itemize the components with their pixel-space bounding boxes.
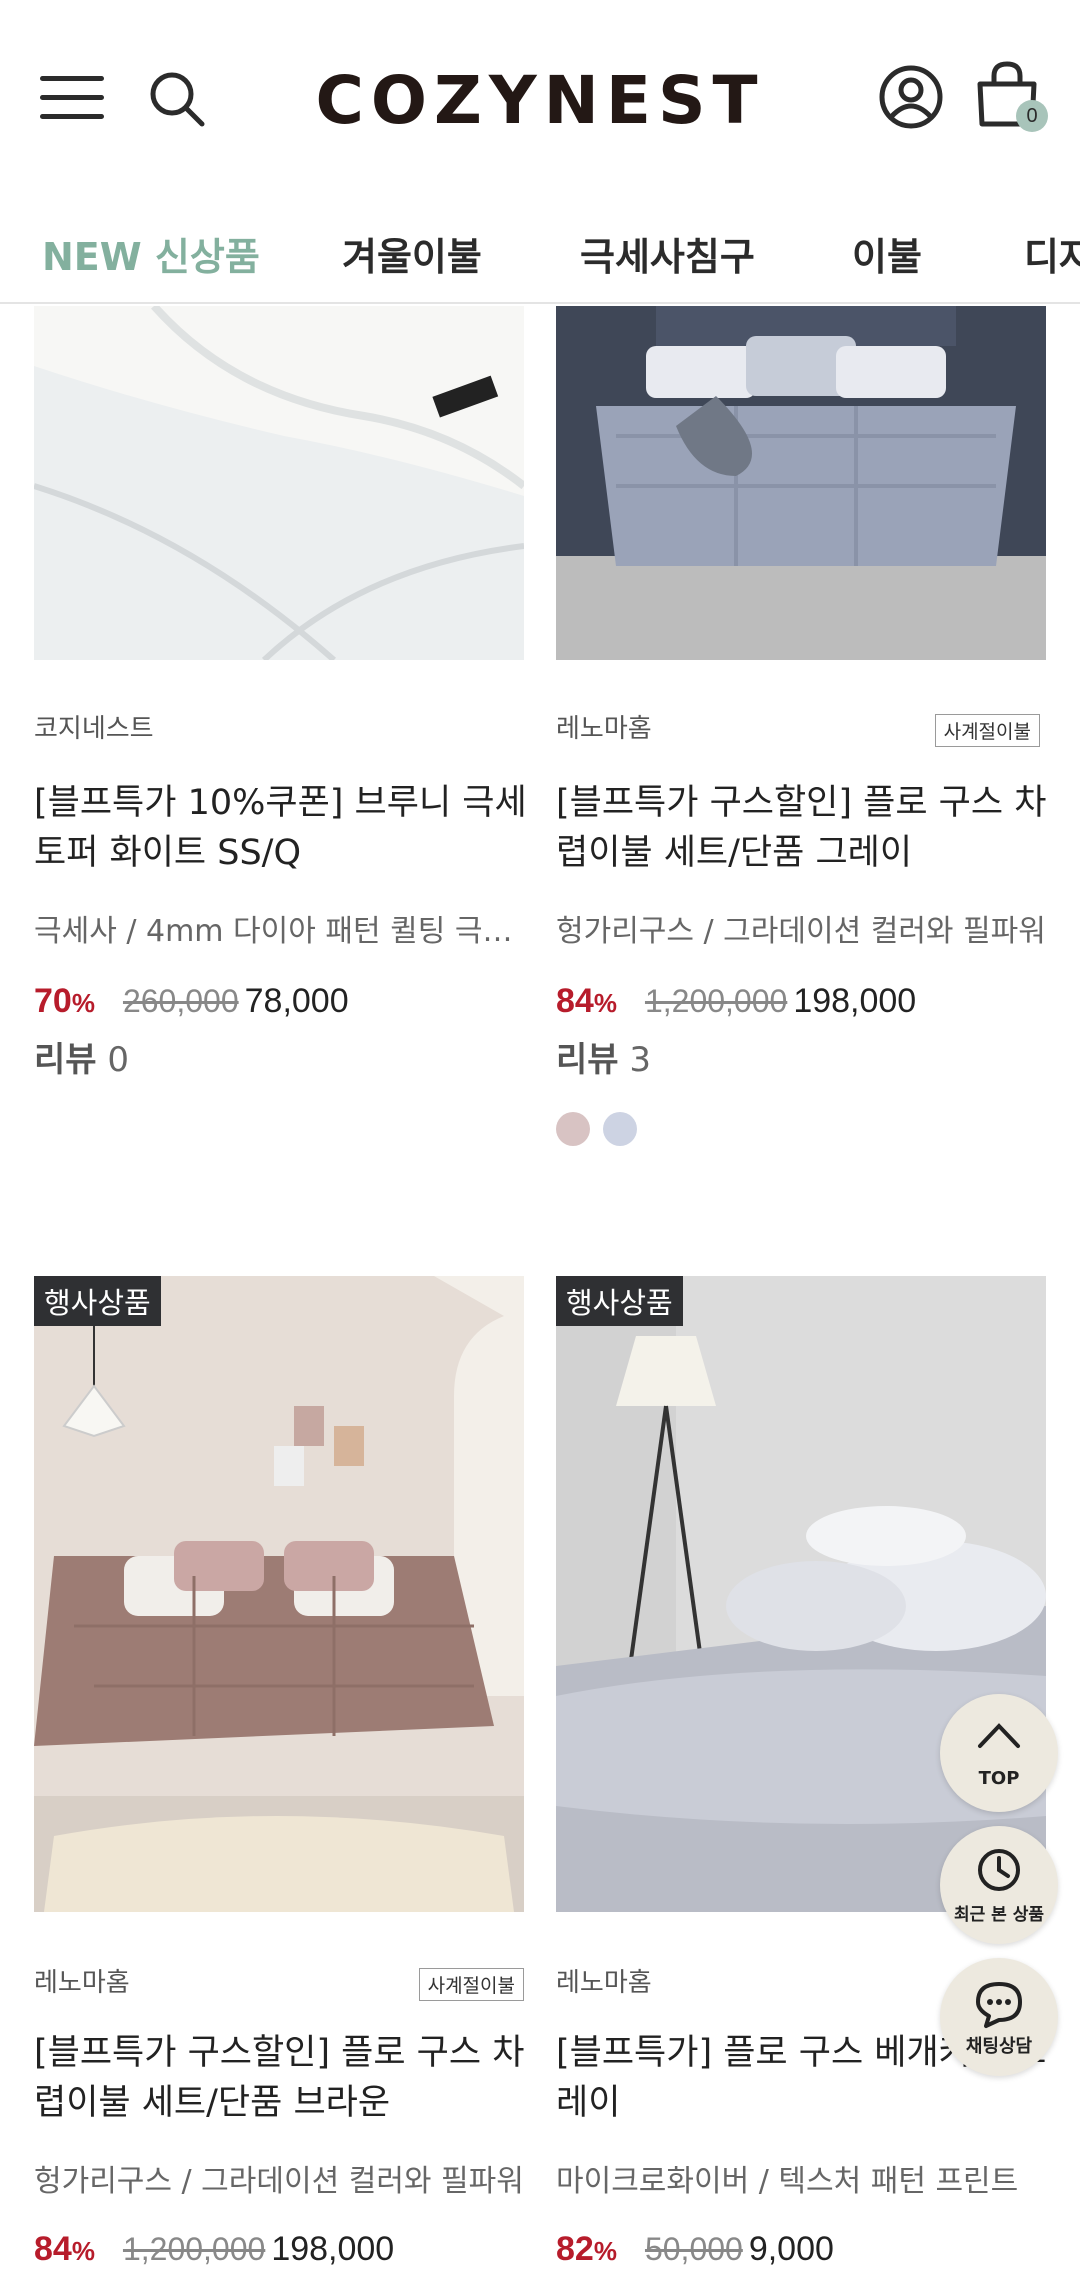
product-name[interactable]: [블프특가 구스할인] 플로 구스 차렵이불 세트/단품 브라운 <box>34 2028 534 2128</box>
clock-icon <box>978 1849 1020 1891</box>
price-row: 84% 1,200,000 198,000 <box>34 2230 394 2269</box>
original-price: 50,000 <box>644 2231 743 2267</box>
sale-price: 9,000 <box>748 2230 834 2268</box>
tab-duvet[interactable]: 이불 <box>852 226 922 281</box>
product-brand: 레노마홈 <box>556 1968 652 1998</box>
search-icon[interactable] <box>148 70 206 128</box>
product-description: 극세사 / 4mm 다이아 패턴 퀼팅 극세사 토퍼 <box>34 914 534 949</box>
event-badge: 행사상품 <box>34 1276 161 1326</box>
discount-rate: 84% <box>556 982 617 1020</box>
product-brand: 코지네스트 <box>34 714 154 744</box>
product-tag: 사계절이불 <box>934 714 1040 747</box>
tab-microfiber-bedding[interactable]: 극세사침구 <box>580 226 755 281</box>
app-header: COZYNEST 0 <box>0 0 1080 200</box>
price-row: 70% 260,000 78,000 <box>34 982 349 1021</box>
original-price: 1,200,000 <box>122 2231 266 2267</box>
scroll-top-label: TOP <box>978 1768 1020 1789</box>
product-description: 헝가리구스 / 그라데이션 컬러와 필파워 <box>556 914 1046 949</box>
recently-viewed-button[interactable]: 최근 본 상품 <box>940 1826 1058 1944</box>
color-swatch-pink[interactable] <box>556 1112 590 1146</box>
chat-consult-label: 채팅상담 <box>965 2036 1033 2057</box>
event-badge: 행사상품 <box>556 1276 683 1326</box>
tab-winter-duvet[interactable]: 겨울이불 <box>342 226 482 281</box>
price-row: 84% 1,200,000 198,000 <box>556 982 916 1021</box>
discount-rate: 70% <box>34 982 95 1020</box>
sale-price: 78,000 <box>244 982 349 1020</box>
review-count: 리뷰 0 <box>34 1040 130 1080</box>
product-description: 마이크로화이버 / 텍스처 패턴 프린트 <box>556 2164 1019 2199</box>
account-icon[interactable] <box>878 64 944 130</box>
product-name[interactable]: [블프특가 구스할인] 플로 구스 차렵이불 세트/단품 그레이 <box>556 778 1056 878</box>
brand-logo[interactable]: COZYNEST <box>250 62 830 139</box>
product-image[interactable] <box>34 306 524 660</box>
color-swatches <box>556 1112 645 1150</box>
product-image[interactable] <box>556 306 1046 660</box>
tab-new[interactable]: NEW 신상품 <box>42 226 260 281</box>
cart-count-badge: 0 <box>1016 100 1048 132</box>
product-tag: 사계절이불 <box>418 1968 524 2001</box>
product-description: 헝가리구스 / 그라데이션 컬러와 필파워 <box>34 2164 524 2199</box>
review-count: 리뷰 3 <box>556 1040 652 1080</box>
product-brand: 레노마홈 <box>34 1968 130 1998</box>
chevron-up-icon <box>978 1723 1020 1748</box>
tab-design[interactable]: 디자 <box>1024 226 1080 281</box>
color-swatch-blue[interactable] <box>603 1112 638 1146</box>
product-name[interactable]: [블프특가 10%쿠폰] 브루니 극세 토퍼 화이트 SS/Q <box>34 778 534 878</box>
menu-icon[interactable] <box>40 74 106 122</box>
price-row: 82% 50,000 9,000 <box>556 2230 834 2269</box>
recently-viewed-label: 최근 본 상품 <box>953 1905 1045 1925</box>
chat-consult-button[interactable]: 채팅상담 <box>940 1958 1058 2076</box>
original-price: 1,200,000 <box>644 983 788 1019</box>
sale-price: 198,000 <box>271 2230 395 2268</box>
chat-bubble-icon <box>976 1982 1022 2028</box>
product-brand: 레노마홈 <box>556 714 652 744</box>
original-price: 260,000 <box>122 983 239 1019</box>
discount-rate: 84% <box>34 2230 95 2268</box>
discount-rate: 82% <box>556 2230 617 2268</box>
sale-price: 198,000 <box>793 982 917 1020</box>
product-image[interactable]: 행사상품 <box>34 1276 524 1912</box>
category-tabs: NEW 신상품 겨울이불 극세사침구 이불 디자 <box>0 200 1080 304</box>
scroll-top-button[interactable]: TOP <box>940 1694 1058 1812</box>
product-image[interactable]: 행사상품 <box>556 1276 1046 1912</box>
